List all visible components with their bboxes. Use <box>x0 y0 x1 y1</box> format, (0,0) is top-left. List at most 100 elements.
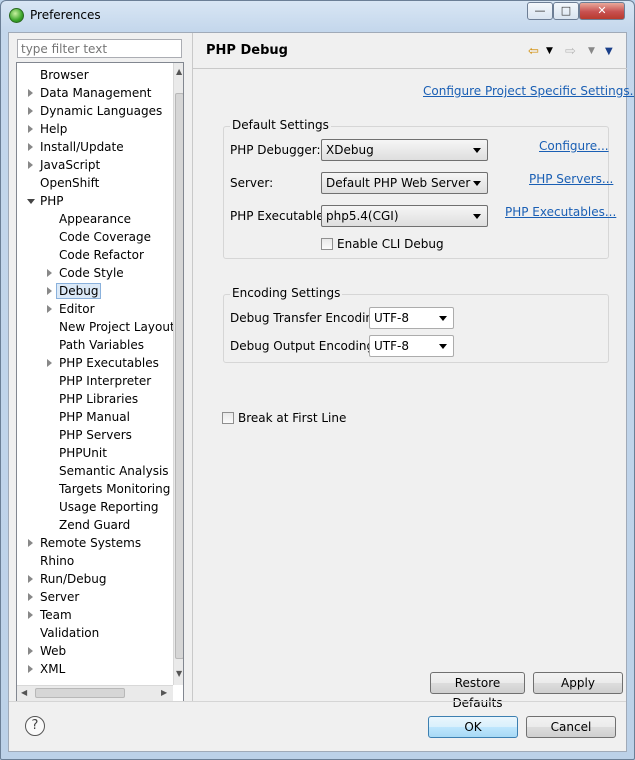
filter-input[interactable] <box>17 39 182 58</box>
expand-down-icon[interactable] <box>27 199 35 204</box>
tree-item-zend-guard[interactable]: Zend Guard <box>59 516 130 534</box>
debug-output-encoding-label: Debug Output Encoding <box>230 339 375 353</box>
tree-item-label: Run/Debug <box>40 572 107 586</box>
chevron-down-icon <box>473 181 481 186</box>
expand-right-icon[interactable] <box>47 287 52 295</box>
tree-item-semantic-analysis-p[interactable]: Semantic Analysis P <box>59 462 180 480</box>
scroll-down-icon[interactable]: ▼ <box>176 669 182 678</box>
tree-item-run-debug[interactable]: Run/Debug <box>28 570 107 588</box>
expand-right-icon[interactable] <box>28 89 33 97</box>
scroll-thumb[interactable] <box>175 93 183 659</box>
expand-right-icon[interactable] <box>28 107 33 115</box>
expand-right-icon[interactable] <box>47 269 52 277</box>
scroll-thumb-horizontal[interactable] <box>35 688 125 698</box>
tree-item-php[interactable]: PHP <box>27 192 64 210</box>
php-debugger-select[interactable]: XDebug <box>321 139 488 161</box>
title-bar: Preferences — □ ✕ <box>1 1 634 31</box>
tree-item-openshift[interactable]: OpenShift <box>40 174 99 192</box>
enable-cli-debug-checkbox[interactable] <box>321 238 333 250</box>
tree-item-help[interactable]: Help <box>28 120 68 138</box>
expand-right-icon[interactable] <box>28 575 33 583</box>
forward-history-chevron-down-icon[interactable]: ▼ <box>588 46 595 56</box>
forward-arrow-icon[interactable]: ⇨ <box>565 44 576 59</box>
tree-item-label: Install/Update <box>40 140 124 154</box>
tree-item-php-executables[interactable]: PHP Executables <box>47 354 159 372</box>
tree-item-usage-reporting[interactable]: Usage Reporting <box>59 498 159 516</box>
tree-item-code-coverage[interactable]: Code Coverage <box>59 228 151 246</box>
expand-right-icon[interactable] <box>28 125 33 133</box>
tree-item-debug[interactable]: Debug <box>47 282 102 300</box>
chevron-down-icon <box>473 214 481 219</box>
tree-item-label: Validation <box>40 626 100 640</box>
expand-right-icon[interactable] <box>47 305 52 313</box>
debug-output-encoding-select[interactable]: UTF-8 <box>369 335 454 357</box>
tree-item-web[interactable]: Web <box>28 642 66 660</box>
expand-right-icon[interactable] <box>28 593 33 601</box>
maximize-button[interactable]: □ <box>553 2 579 20</box>
tree-item-php-interpreter[interactable]: PHP Interpreter <box>59 372 151 390</box>
default-settings-title: Default Settings <box>230 118 331 132</box>
tree-item-php-manual[interactable]: PHP Manual <box>59 408 130 426</box>
tree-item-label: PHP Interpreter <box>59 374 152 388</box>
tree-item-targets-monitoring[interactable]: Targets Monitoring <box>59 480 170 498</box>
apply-button[interactable]: Apply <box>533 672 623 694</box>
server-select[interactable]: Default PHP Web Server <box>321 172 488 194</box>
tree-item-rhino[interactable]: Rhino <box>40 552 74 570</box>
preferences-window: Preferences — □ ✕ Browser Data Management… <box>0 0 635 760</box>
expand-right-icon[interactable] <box>28 647 33 655</box>
tree-item-label: Help <box>40 122 68 136</box>
tree-item-remote-systems[interactable]: Remote Systems <box>28 534 141 552</box>
configure-debugger-link[interactable]: Configure... <box>539 139 609 153</box>
expand-right-icon[interactable] <box>28 161 33 169</box>
tree-horizontal-scrollbar[interactable]: ◀ ▶ <box>17 685 173 701</box>
tree-item-validation[interactable]: Validation <box>40 624 99 642</box>
cancel-button[interactable]: Cancel <box>526 716 616 738</box>
tree-vertical-scrollbar[interactable]: ▲ ▼ <box>173 63 183 685</box>
minimize-button[interactable]: — <box>527 2 553 20</box>
ok-button[interactable]: OK <box>428 716 518 738</box>
view-menu-icon[interactable]: ▼ <box>605 46 613 57</box>
tree-item-install-update[interactable]: Install/Update <box>28 138 124 156</box>
tree-item-browser[interactable]: Browser <box>40 66 89 84</box>
tree-item-data-management[interactable]: Data Management <box>28 84 152 102</box>
break-at-first-line-checkbox[interactable] <box>222 412 234 424</box>
debug-transfer-encoding-value: UTF-8 <box>374 311 409 325</box>
expand-right-icon[interactable] <box>28 665 33 673</box>
pane-divider[interactable] <box>192 33 193 701</box>
tree-item-xml[interactable]: XML <box>28 660 65 678</box>
back-history-chevron-down-icon[interactable]: ▼ <box>546 46 553 56</box>
debug-transfer-encoding-select[interactable]: UTF-8 <box>369 307 454 329</box>
tree-item-appearance[interactable]: Appearance <box>59 210 131 228</box>
expand-right-icon[interactable] <box>28 539 33 547</box>
expand-right-icon[interactable] <box>28 143 33 151</box>
php-executable-select[interactable]: php5.4(CGI) <box>321 205 488 227</box>
php-executables-link[interactable]: PHP Executables... <box>505 205 616 219</box>
restore-defaults-button[interactable]: Restore Defaults <box>430 672 525 710</box>
tree-item-team[interactable]: Team <box>28 606 72 624</box>
tree-item-php-servers[interactable]: PHP Servers <box>59 426 132 444</box>
tree-item-label: Debug <box>56 283 102 299</box>
help-icon[interactable]: ? <box>25 716 45 736</box>
php-executable-label: PHP Executable: <box>230 209 328 223</box>
tree-item-code-refactor[interactable]: Code Refactor <box>59 246 144 264</box>
scroll-up-icon[interactable]: ▲ <box>176 67 182 76</box>
tree-item-code-style[interactable]: Code Style <box>47 264 124 282</box>
preferences-tree: Browser Data Management Dynamic Languages H… <box>16 62 184 702</box>
tree-item-editor[interactable]: Editor <box>47 300 95 318</box>
tree-item-phpunit[interactable]: PHPUnit <box>59 444 107 462</box>
tree-item-php-libraries[interactable]: PHP Libraries <box>59 390 138 408</box>
close-button[interactable]: ✕ <box>579 2 625 20</box>
scroll-right-icon[interactable]: ▶ <box>161 688 167 697</box>
tree-item-javascript[interactable]: JavaScript <box>28 156 100 174</box>
tree-item-new-project-layout[interactable]: New Project Layout <box>59 318 175 336</box>
tree-item-server[interactable]: Server <box>28 588 79 606</box>
tree-item-path-variables[interactable]: Path Variables <box>59 336 144 354</box>
expand-right-icon[interactable] <box>47 359 52 367</box>
back-arrow-icon[interactable]: ⇦ <box>528 44 539 59</box>
tree-item-label: PHP Libraries <box>59 392 139 406</box>
tree-item-dynamic-languages[interactable]: Dynamic Languages <box>28 102 162 120</box>
expand-right-icon[interactable] <box>28 611 33 619</box>
php-servers-link[interactable]: PHP Servers... <box>529 172 613 186</box>
scroll-left-icon[interactable]: ◀ <box>21 688 27 697</box>
configure-project-settings-link[interactable]: Configure Project Specific Settings... <box>423 84 634 98</box>
